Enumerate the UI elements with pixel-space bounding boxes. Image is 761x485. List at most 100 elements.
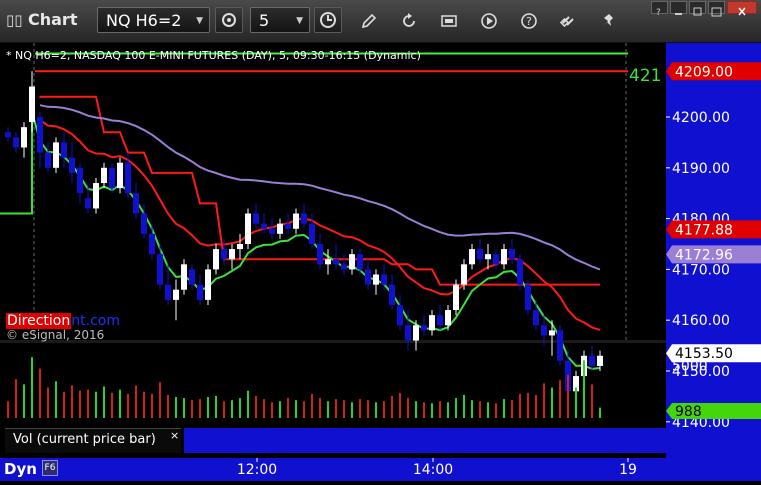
chart-window: ▯▯ Chart NQ H6=2 ▼ 5 ▼ ? ? 4200.00 4190.… <box>0 0 761 481</box>
volume-bar <box>463 394 465 418</box>
close-icon[interactable]: × <box>170 429 179 442</box>
candle-body <box>77 167 83 194</box>
candle-body <box>133 193 139 214</box>
volume-bar <box>575 387 577 418</box>
candle-body <box>269 228 275 234</box>
pencil-icon[interactable] <box>360 12 378 30</box>
candle-body <box>533 310 539 326</box>
candle-body <box>213 249 219 270</box>
restore-icon <box>693 7 702 16</box>
candle-body <box>309 223 315 244</box>
clock-icon <box>320 12 336 28</box>
refresh-icon[interactable] <box>400 12 418 30</box>
candle-body <box>549 330 555 336</box>
candle-body <box>141 213 147 234</box>
time-template-button[interactable] <box>314 7 342 33</box>
volume-bar <box>375 402 377 418</box>
volume-bar <box>95 391 97 418</box>
price-axis-label: 4170.00 <box>672 262 730 278</box>
dynamic-label[interactable]: Dyn <box>4 460 37 478</box>
price-axis-label: 4200.00 <box>672 110 730 126</box>
candle-body <box>469 249 475 265</box>
candle-body <box>101 167 107 184</box>
pin-icon[interactable] <box>600 12 618 30</box>
candle-body <box>117 162 123 189</box>
volume-bar <box>287 398 289 418</box>
minimize-button[interactable] <box>670 1 687 15</box>
candle-body <box>413 325 419 341</box>
svg-text:?: ? <box>656 8 661 17</box>
candle-body <box>501 249 507 265</box>
candle-body <box>285 223 291 229</box>
candle-body <box>21 127 27 148</box>
volume-bar <box>71 385 73 418</box>
play-icon[interactable] <box>480 12 498 30</box>
gear-icon <box>222 13 236 27</box>
price-chart[interactable]: 4200.004190.004180.004170.004160.004150.… <box>0 43 761 481</box>
volume-bar <box>63 391 65 418</box>
maximize-button[interactable] <box>708 1 725 17</box>
candle-body <box>485 254 491 260</box>
candle-body <box>165 284 171 300</box>
question-icon: ? <box>656 8 661 18</box>
candle-body <box>437 315 443 326</box>
volume-bar <box>511 400 513 418</box>
candle-body <box>13 137 19 148</box>
close-button[interactable] <box>727 1 757 16</box>
minimize-icon <box>675 13 682 15</box>
volume-bar <box>279 401 281 418</box>
candle-body <box>205 269 211 300</box>
volume-bar <box>143 391 145 418</box>
volume-bar <box>207 397 209 418</box>
volume-bar <box>535 394 537 418</box>
price-axis-label: 4160.00 <box>672 313 730 329</box>
volume-bar <box>31 357 33 418</box>
volume-bar <box>583 360 585 418</box>
volume-bar <box>231 400 233 418</box>
volume-bar <box>311 393 313 418</box>
candle-body <box>589 355 595 366</box>
candle-body <box>357 254 363 270</box>
candle-body <box>389 284 395 305</box>
interval-selector[interactable]: 5 ▼ <box>250 7 310 33</box>
candle-body <box>37 117 43 153</box>
volume-bar <box>423 402 425 418</box>
price-tag-label: 4209.00 <box>675 64 733 80</box>
chart-area[interactable]: 4200.00 4190.00 4180.00 4170.00 4160.00 4150.… <box>0 43 761 481</box>
volume-bar <box>271 402 273 418</box>
volume-bar <box>263 399 265 418</box>
symbol-selector[interactable]: NQ H6=2 ▼ <box>97 7 210 33</box>
symbol-link-button[interactable] <box>215 7 243 33</box>
volume-bar <box>79 390 81 418</box>
chart-app-icon: ▯▯ <box>6 11 23 29</box>
candle-body <box>261 223 267 229</box>
restore-button[interactable] <box>689 1 706 16</box>
link-icon[interactable] <box>560 12 578 30</box>
candle-body <box>461 264 467 285</box>
candle-body <box>349 254 355 270</box>
candle-body <box>173 289 179 300</box>
price-axis-label: 4190.00 <box>672 161 730 177</box>
fast-average-line <box>39 119 601 331</box>
help-icon[interactable]: ? <box>520 12 538 30</box>
right-edge-label: 421 <box>629 66 661 86</box>
volume-bar <box>39 368 41 418</box>
dynamic-icon[interactable]: F6 <box>42 460 58 476</box>
volume-bar <box>239 398 241 418</box>
time-axis-label: 14:00 <box>413 462 453 478</box>
candle-body <box>293 213 299 229</box>
candle-body <box>365 269 371 285</box>
volume-bar <box>23 384 25 418</box>
candle-body <box>29 86 35 123</box>
volume-bar <box>183 398 185 418</box>
candle-body <box>301 213 307 224</box>
help-window-button[interactable]: ? <box>651 1 668 18</box>
brand-part1: Direction <box>6 313 72 329</box>
volume-bar <box>455 398 457 418</box>
volume-bar <box>167 394 169 418</box>
volume-pane-label[interactable]: Vol (current price bar) <box>5 428 181 453</box>
volume-bar <box>255 395 257 418</box>
candle-body <box>125 162 131 194</box>
brand-part2: nt.com <box>71 313 120 329</box>
study-icon[interactable] <box>440 12 458 30</box>
